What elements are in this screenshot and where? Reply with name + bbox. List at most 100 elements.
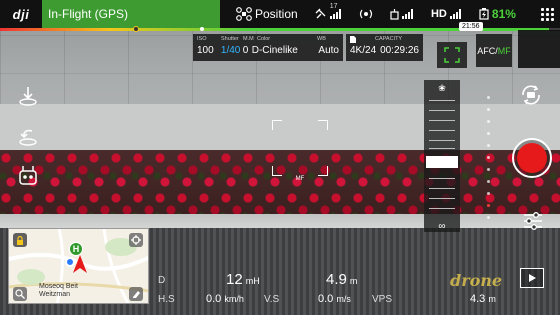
vspeed-unit: m/s [336,294,351,304]
capacity-label: CAPACITY [375,36,403,42]
hspeed-unit: km/h [224,294,244,304]
camera-feed-border [0,214,560,228]
camera-switch-icon [522,85,540,105]
intelligent-flight-button[interactable] [16,164,40,188]
crosshair-icon [131,235,141,245]
manual-focus-slider[interactable]: ❀ ∞ [424,80,460,232]
macro-focus-icon: ❀ [438,83,446,93]
rc-signal-bars-icon [401,9,413,19]
video-signal-label: HD [430,8,447,20]
focus-frame-icon [444,47,460,63]
signal-bars-icon [329,9,341,19]
map-place-label: Moseoq Beit Weitzman [39,283,78,298]
camera-settings-panel[interactable]: ISO Shutter M.M Color WB 100 1/40 0 D-Ci… [193,34,423,61]
remote-controller-icon [390,8,399,20]
mf-label: MF [497,45,511,56]
return-home-marker [200,27,204,31]
flight-mode[interactable]: Position [236,7,298,21]
storage-capacity[interactable]: CAPACITY 4K/24 00:29:26 [346,34,423,61]
color-value: D-Cinelike [251,45,298,56]
shutter-label: Shutter [221,36,239,42]
sliders-icon [524,212,542,230]
watermark-logo: drone [450,271,503,290]
color-label: Color [257,36,271,42]
map-zoom-button[interactable] [13,287,27,301]
vspeed-readout: 0.0 m/s [318,293,351,305]
battery-percent: 81% [491,7,516,21]
landing-icon [19,87,37,106]
wb-value: Auto [318,45,339,56]
aircraft-icon [236,7,252,21]
distance-label: D [158,275,166,286]
hspeed-label: H.S [158,294,175,305]
mm-label: M.M [243,36,254,42]
satellite-icon [315,8,326,19]
camera-panel-toggle[interactable] [518,30,560,68]
shutter-value: 1/40 [220,45,241,56]
afc-label: AFC/ [477,45,498,56]
satellite-count: 17 [329,3,338,10]
controller-icon [19,166,37,185]
exposure-scale [486,96,492,226]
vps-readout: 4.3 m [470,293,496,305]
record-button[interactable] [512,138,552,178]
infinity-focus-icon: ∞ [438,221,446,232]
distance-value: 12 [226,271,243,288]
takeoff-land-button[interactable] [16,84,40,108]
aircraft-arrow-icon [73,255,87,273]
map-center-button[interactable] [129,233,143,247]
exposure-settings[interactable]: ISO Shutter M.M Color WB 100 1/40 0 D-Ci… [193,34,343,61]
remote-signal[interactable] [390,8,414,20]
top-status-icons: Position 17 HD 81% [220,3,560,21]
battery-time-remaining: 21:56 [459,22,483,31]
zoom-icon [15,289,25,299]
focus-mode-toggle[interactable]: AFC/ MF [476,34,512,67]
home-point-marker: H [69,242,83,256]
flight-status-button[interactable]: In-Flight (GPS) [42,0,220,28]
hspeed-value: 0.0 [206,293,222,305]
sd-card-icon [350,36,356,43]
height-value: 4.9 [326,271,347,288]
flight-mode-label: Position [255,7,298,21]
battery-status[interactable]: 81% [479,7,516,21]
dji-logo[interactable]: dji [0,7,42,22]
capacity-value: 00:29:26 [380,45,419,56]
hspeed-readout: 0.0 km/h [206,293,244,305]
map-clear-path-button[interactable] [129,287,143,301]
focus-target-box[interactable]: MF [272,120,328,182]
focus-box-mode-label: MF [295,176,305,182]
more-menu-icon[interactable] [541,7,554,21]
dji-go-flight-view: dji In-Flight (GPS) Position 17 HD 81% 2… [0,0,560,315]
vspeed-value: 0.0 [318,293,334,305]
play-icon [529,274,536,282]
vps-unit: m [488,294,496,304]
camera-settings-button[interactable] [520,208,546,234]
flight-status-text: In-Flight (GPS) [48,7,129,21]
wb-label: WB [317,36,326,42]
low-battery-marker [133,26,139,32]
obstacle-sensing[interactable] [359,9,373,19]
distance-unit: mH [245,276,260,286]
vps-label: VPS [372,294,393,305]
iso-value: 100 [197,45,214,56]
video-signal-bars-icon [449,9,461,19]
lock-icon [17,235,23,245]
return-home-icon [19,129,37,146]
battery-icon [479,8,489,20]
vps-value: 4.3 [470,293,486,305]
gps-signal[interactable]: 17 [315,3,342,20]
return-to-home-button[interactable] [16,124,40,148]
vspeed-label: V.S [264,294,280,305]
playback-button[interactable] [520,268,544,288]
height-readout: 4.9 m [326,271,357,288]
focus-area-button[interactable] [437,42,467,68]
photo-video-switch-button[interactable] [518,82,544,108]
record-dot [517,143,547,173]
mini-map[interactable]: H Moseoq Beit Weitzman [8,228,149,304]
video-signal[interactable]: HD [431,8,462,20]
sensor-waves-icon [359,9,372,19]
resolution-value: 4K/24 [350,45,377,56]
focus-slider-thumb[interactable] [426,156,458,168]
map-lock-button[interactable] [13,233,27,247]
height-unit: m [349,276,358,286]
